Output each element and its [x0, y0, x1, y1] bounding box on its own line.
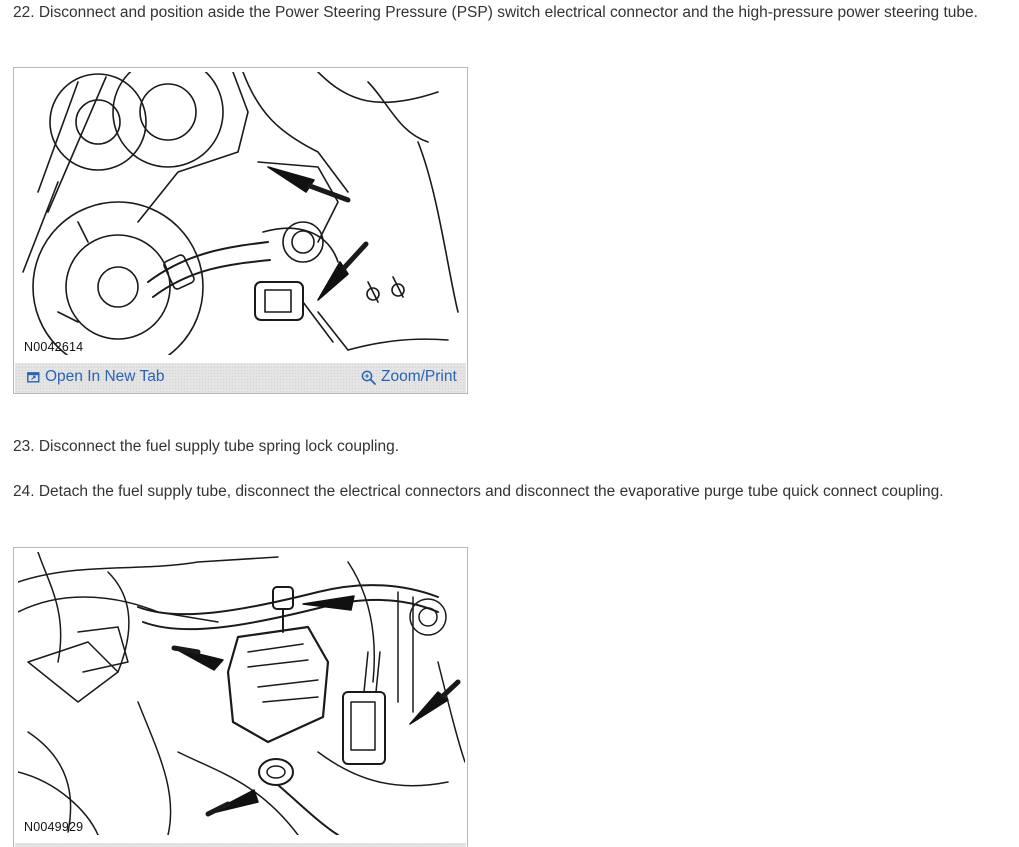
magnifier-icon [361, 370, 376, 385]
open-in-new-tab-label: Open In New Tab [45, 368, 165, 385]
zoom-print-label: Zoom/Print [381, 368, 457, 385]
figure-toolbar [15, 843, 466, 847]
figure-code: N0042614 [24, 340, 84, 354]
open-in-new-tab-link[interactable]: Open In New Tab [27, 368, 164, 386]
figure-psp-connector: N0042614 Open In New Tab Zoom/Print [13, 67, 468, 394]
step-24-text: 24. Detach the fuel supply tube, disconn… [13, 483, 944, 500]
open-new-tab-icon [27, 372, 40, 383]
step-23-text: 23. Disconnect the fuel supply tube spri… [13, 438, 400, 455]
figure-fuel-supply-illustration [18, 552, 465, 835]
zoom-print-link[interactable]: Zoom/Print [361, 368, 457, 386]
step-22-text: 22. Disconnect and position aside the Po… [13, 4, 978, 21]
figure-toolbar: Open In New Tab Zoom/Print [15, 363, 466, 393]
figure-fuel-supply: N0049929 [13, 547, 468, 847]
figure-psp-connector-illustration [22, 72, 459, 355]
figure-code: N0049929 [24, 820, 84, 834]
